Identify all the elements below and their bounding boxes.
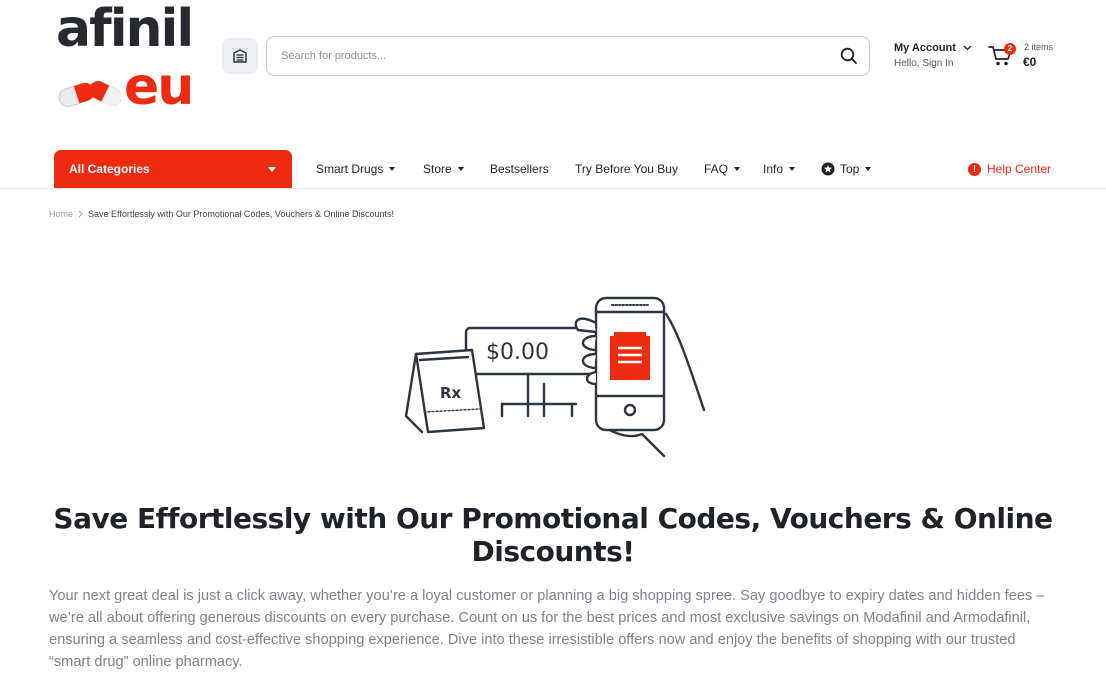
cart-total[interactable]: €0 xyxy=(1023,55,1036,69)
badge-icon xyxy=(821,162,835,176)
nav-item-label: Smart Drugs xyxy=(316,162,384,176)
illustration-rx: Rx xyxy=(440,384,462,402)
nav-item-label: Info xyxy=(763,162,784,176)
cart-items-label[interactable]: 2 items xyxy=(1024,42,1053,52)
intro-paragraph: Your next great deal is just a click awa… xyxy=(49,588,1045,670)
search-icon[interactable] xyxy=(839,46,859,66)
nav-item-faq[interactable]: FAQ xyxy=(704,161,741,177)
help-center-link[interactable]: ! Help Center xyxy=(968,161,1051,177)
chevron-down-icon xyxy=(963,45,972,51)
catalog-icon xyxy=(233,49,247,63)
breadcrumb: Home Save Effortlessly with Our Promotio… xyxy=(49,209,394,219)
site-logo[interactable]: afinil eu xyxy=(56,2,206,114)
pill-capsules-icon xyxy=(58,81,122,108)
nav-item-smart-drugs[interactable]: Smart Drugs xyxy=(316,161,396,177)
logo-wordmark-bottom: eu xyxy=(124,57,194,117)
cart-count-badge: 2 xyxy=(1004,43,1016,55)
my-account-menu[interactable]: My Account Hello, Sign In xyxy=(894,42,972,69)
discount-illustration: $0.00 Rx xyxy=(404,296,706,458)
nav-divider xyxy=(0,188,1106,189)
nav-item-bestsellers[interactable]: Bestsellers xyxy=(490,161,549,177)
search-bar xyxy=(266,36,870,76)
nav-item-info[interactable]: Info xyxy=(763,161,796,177)
nav-item-top[interactable]: Top xyxy=(821,161,872,177)
caret-down-icon xyxy=(389,167,396,171)
all-categories-button[interactable]: All Categories xyxy=(54,150,292,188)
nav-item-label: Bestsellers xyxy=(490,162,549,176)
help-center-label: Help Center xyxy=(987,162,1052,176)
account-title: My Account xyxy=(894,42,956,54)
all-categories-label: All Categories xyxy=(69,162,150,176)
logo-wordmark-top: afinil xyxy=(56,0,194,59)
info-icon: ! xyxy=(968,162,981,176)
caret-down-icon xyxy=(789,167,796,171)
caret-down-icon xyxy=(734,167,741,171)
breadcrumb-current: Save Effortlessly with Our Promotional C… xyxy=(88,209,394,219)
caret-down-icon xyxy=(457,167,464,171)
nav-item-label: Store xyxy=(423,162,452,176)
chevron-right-icon xyxy=(78,210,83,218)
nav-item-store[interactable]: Store xyxy=(423,161,464,177)
nav-item-label: Try Before You Buy xyxy=(575,162,678,176)
page-title: Save Effortlessly with Our Promotional C… xyxy=(53,502,1053,568)
caret-down-icon xyxy=(865,167,872,171)
catalog-menu-button[interactable] xyxy=(222,38,258,74)
nav-item-try-before-you-buy[interactable]: Try Before You Buy xyxy=(575,161,678,177)
caret-down-icon xyxy=(268,167,276,172)
account-subtitle: Hello, Sign In xyxy=(894,58,954,69)
illustration-price: $0.00 xyxy=(486,340,549,365)
search-input[interactable] xyxy=(281,37,821,75)
breadcrumb-home[interactable]: Home xyxy=(49,209,73,219)
nav-item-label: Top xyxy=(840,162,860,176)
nav-item-label: FAQ xyxy=(704,162,729,176)
